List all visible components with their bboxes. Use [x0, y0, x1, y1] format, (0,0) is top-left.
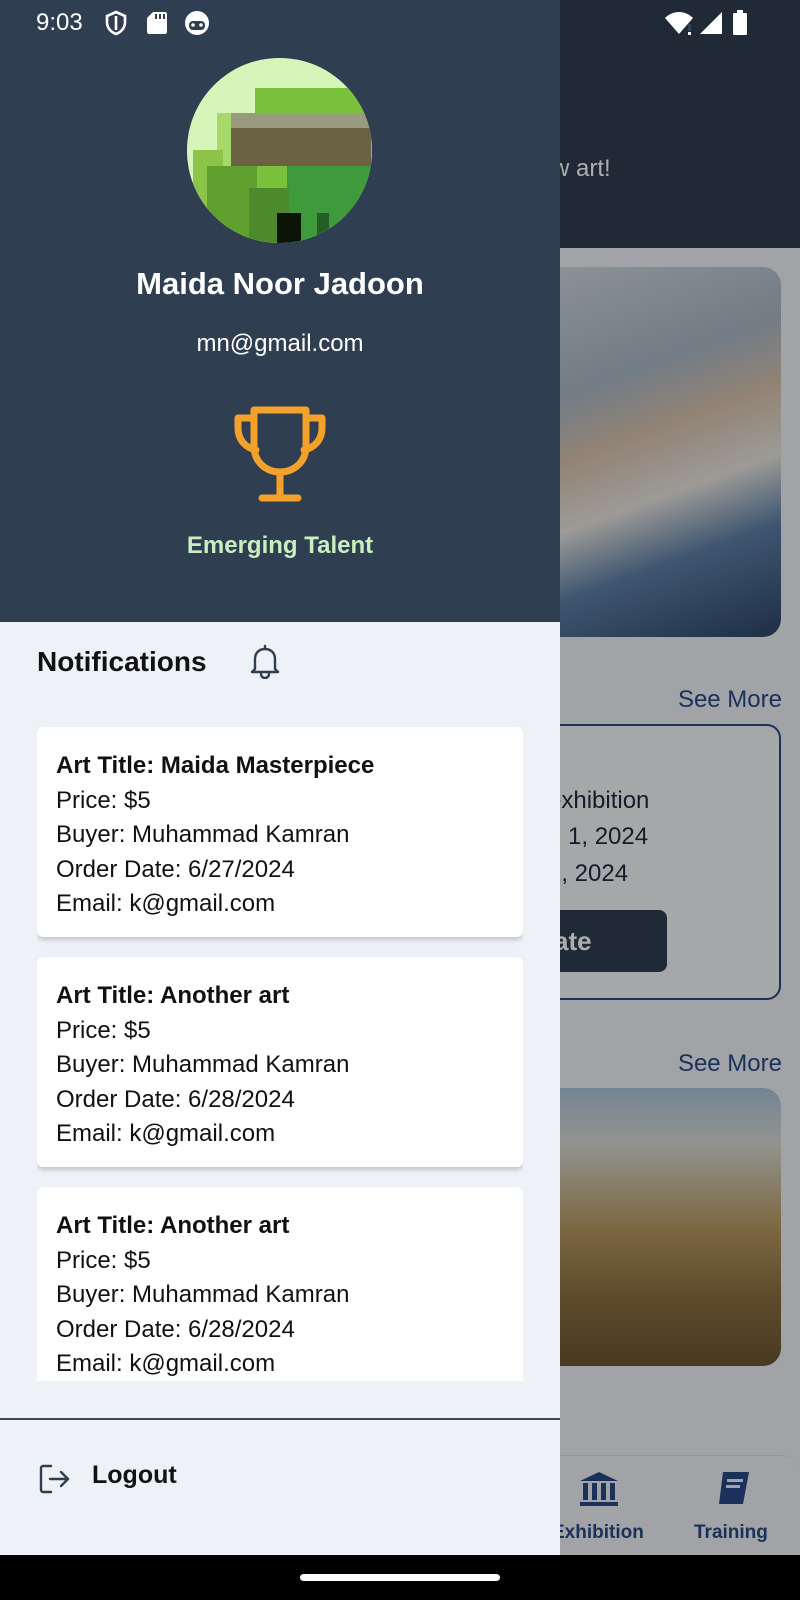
status-time: 9:03 [36, 9, 83, 36]
notification-art-title: Art Title: Another art [56, 982, 290, 1009]
badge-label: Emerging Talent [186, 532, 374, 559]
notification-order-date: Order Date: 6/27/2024 [56, 855, 295, 883]
sd-card-icon [146, 10, 168, 41]
logout-button[interactable]: Logout [92, 1461, 177, 1490]
trophy-icon [228, 402, 332, 506]
shield-icon [104, 10, 128, 41]
notification-price: Price: $5 [56, 786, 151, 814]
notification-buyer: Buyer: Muhammad Kamran [56, 1051, 350, 1078]
wifi-icon [664, 10, 694, 41]
notification-price: Price: $5 [56, 1246, 151, 1274]
notification-email: Email: k@gmail.com [56, 1120, 276, 1147]
notification-buyer: Buyer: Muhammad Kamran [56, 1281, 350, 1308]
notification-buyer: Buyer: Muhammad Kamran [56, 821, 350, 848]
notification-art-title: Art Title: Maida Masterpiece [56, 752, 375, 779]
notification-art-title: Art Title: Another art [56, 1212, 290, 1239]
avatar[interactable] [187, 58, 372, 243]
profile-email: mn@gmail.com [196, 330, 364, 357]
notification-order-date: Order Date: 6/28/2024 [56, 1085, 295, 1113]
notification-card[interactable]: Art Title: Maida Masterpiece Price: $5 B… [37, 727, 523, 937]
drawer-divider [0, 1418, 560, 1420]
bell-icon[interactable] [248, 643, 282, 680]
navigation-drawer: Maida Noor Jadoon mn@gmail.com Emerging … [0, 0, 560, 1555]
logout-icon[interactable] [38, 1462, 72, 1496]
notification-email: Email: k@gmail.com [56, 890, 276, 917]
notification-price: Price: $5 [56, 1016, 151, 1044]
notifications-list[interactable]: Art Title: Maida Masterpiece Price: $5 B… [37, 727, 523, 1381]
battery-icon [732, 10, 748, 41]
notification-email: Email: k@gmail.com [56, 1350, 276, 1377]
status-bar: 9:03 [0, 0, 800, 46]
notification-card[interactable]: Art Title: Another art Price: $5 Buyer: … [37, 1187, 523, 1381]
notification-order-date: Order Date: 6/28/2024 [56, 1315, 295, 1343]
signal-icon [698, 10, 724, 41]
notification-card[interactable]: Art Title: Another art Price: $5 Buyer: … [37, 957, 523, 1167]
profile-name: Maida Noor Jadoon [136, 266, 424, 301]
robot-face-icon [184, 10, 210, 41]
home-gesture-handle[interactable] [300, 1574, 500, 1581]
notifications-title: Notifications [37, 646, 207, 677]
